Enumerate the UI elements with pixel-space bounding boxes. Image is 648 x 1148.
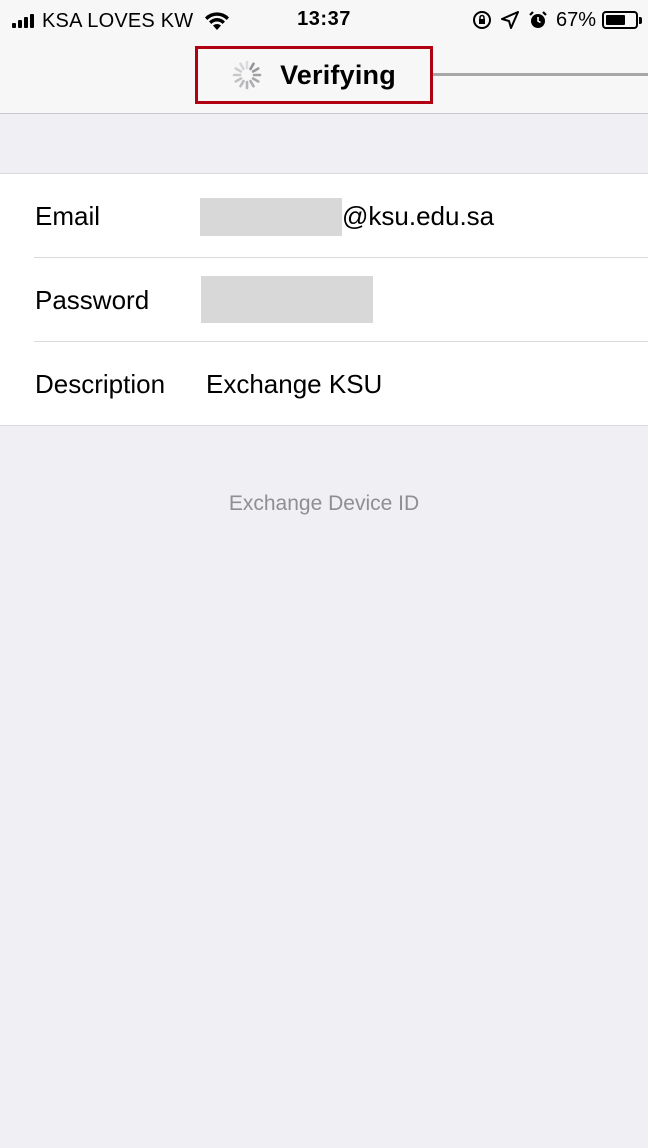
battery-icon xyxy=(602,11,638,29)
email-field[interactable]: @ksu.edu.sa xyxy=(342,201,494,232)
email-label: Email xyxy=(35,201,101,231)
location-icon xyxy=(500,11,519,29)
email-redaction xyxy=(200,198,342,236)
description-label: Description xyxy=(35,369,166,399)
status-right: 67% xyxy=(463,7,642,33)
description-field[interactable]: Exchange KSU xyxy=(206,369,382,400)
password-label: Password xyxy=(35,285,150,315)
battery-level xyxy=(606,15,625,25)
spinner-spoke xyxy=(234,77,243,83)
spinner-spoke xyxy=(239,62,245,71)
activity-spinner-icon xyxy=(232,60,262,90)
nav-bar: Verifying xyxy=(0,40,648,114)
battery-percent: 67% xyxy=(555,8,596,31)
account-form: Email @ksu.edu.sa Password Description E… xyxy=(0,173,648,426)
spinner-spoke xyxy=(234,67,243,73)
password-field[interactable] xyxy=(201,276,373,323)
spinner-spoke xyxy=(249,79,255,88)
callout-line xyxy=(433,73,648,76)
alarm-icon xyxy=(528,10,548,30)
status-bar: KSA LOVES KW 13:37 67% xyxy=(0,0,648,40)
spinner-spoke xyxy=(251,77,260,83)
spinner-spoke xyxy=(239,79,245,88)
email-row[interactable]: Email @ksu.edu.sa xyxy=(0,174,648,258)
exchange-device-id-label: Exchange Device ID xyxy=(228,492,420,515)
password-row[interactable]: Password xyxy=(0,258,648,342)
rotation-lock-icon xyxy=(472,10,492,30)
battery-cap xyxy=(639,16,642,24)
spinner-spoke xyxy=(251,67,260,73)
description-row[interactable]: Description Exchange KSU xyxy=(0,342,648,426)
nav-title: Verifying xyxy=(280,59,396,90)
verifying-highlight-box: Verifying xyxy=(195,46,433,104)
spinner-spoke xyxy=(249,62,255,71)
